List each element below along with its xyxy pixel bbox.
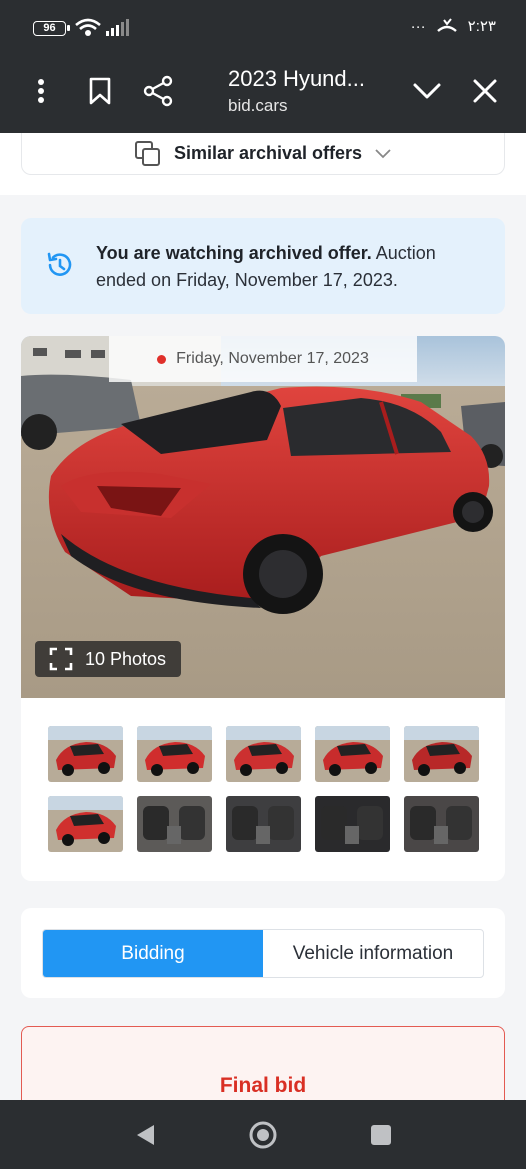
- notice-text: You are watching archived offer. Auction…: [96, 240, 486, 294]
- page: 96 ··· ٢:٢٣ 2023 Hyund... bid.cars Simil…: [0, 0, 526, 1169]
- status-bar: 96 ··· ٢:٢٣: [0, 0, 526, 56]
- thumbnail-thumb-seat-closeup[interactable]: [404, 796, 479, 852]
- chevron-down-icon: [375, 148, 391, 158]
- thumbnail-grid: [48, 726, 479, 852]
- home-icon[interactable]: [248, 1120, 278, 1150]
- thumbnail-thumb-front-left[interactable]: [48, 726, 123, 782]
- page-title-block: 2023 Hyund... bid.cars: [228, 66, 365, 116]
- thumbnail-thumb-interior-seats[interactable]: [137, 796, 212, 852]
- auction-date-badge: Friday, November 17, 2023: [109, 336, 417, 382]
- recents-icon[interactable]: [366, 1120, 396, 1150]
- final-bid-label: Final bid: [219, 1074, 307, 1097]
- tab-bar: Bidding Vehicle information: [42, 929, 484, 978]
- view-photos-button[interactable]: 10 Photos: [35, 641, 181, 677]
- photos-count: 10 Photos: [85, 648, 167, 669]
- clock: ٢:٢٣: [467, 18, 496, 35]
- bookmark-icon[interactable]: [86, 76, 114, 106]
- thumbnail-thumb-dashboard[interactable]: [226, 796, 301, 852]
- status-right: ··· ٢:٢٣: [410, 17, 496, 36]
- thumbnail-thumb-rear-right[interactable]: [226, 726, 301, 782]
- back-icon[interactable]: [130, 1120, 160, 1150]
- status-dot: [157, 354, 167, 364]
- more-notifications: ···: [410, 17, 426, 35]
- browser-header: 2023 Hyund... bid.cars: [0, 56, 526, 133]
- page-title: 2023 Hyund...: [228, 66, 365, 91]
- thumbnail-thumb-gauges[interactable]: [315, 796, 390, 852]
- notice-bold: You are watching archived offer.: [96, 243, 372, 263]
- wifi-signal-icon: [75, 18, 129, 36]
- thumbnail-thumb-side[interactable]: [315, 726, 390, 782]
- thumbnail-thumb-front[interactable]: [404, 726, 479, 782]
- share-icon[interactable]: [142, 74, 174, 108]
- history-icon: [47, 252, 72, 276]
- main-vehicle-photo[interactable]: Friday, November 17, 2023 10 Photos: [21, 336, 505, 698]
- similar-offers-label: Similar archival offers: [173, 143, 363, 163]
- tabs-card: Bidding Vehicle information: [21, 908, 505, 998]
- similar-offers-toggle[interactable]: Similar archival offers: [21, 133, 505, 175]
- tab-bidding[interactable]: Bidding: [43, 930, 263, 977]
- thumbnail-thumb-rear-left[interactable]: [137, 726, 212, 782]
- archived-notice: You are watching archived offer. Auction…: [21, 218, 505, 314]
- battery-icon: 96: [33, 21, 70, 36]
- signal-icons: [74, 17, 134, 44]
- more-options-icon[interactable]: [28, 76, 54, 106]
- missed-call-icon: [436, 18, 457, 32]
- chevron-down-icon[interactable]: [410, 76, 444, 106]
- thumbnail-thumb-rear[interactable]: [48, 796, 123, 852]
- fullscreen-icon: [49, 647, 73, 671]
- tab-vehicle-information[interactable]: Vehicle information: [263, 930, 483, 977]
- system-nav-bar: [0, 1100, 526, 1169]
- page-domain: bid.cars: [228, 96, 288, 115]
- close-icon[interactable]: [470, 76, 500, 106]
- auction-date: Friday, November 17, 2023: [176, 350, 369, 367]
- copy-icon: [134, 140, 160, 166]
- photo-gallery-card: Friday, November 17, 2023 10 Photos: [21, 336, 505, 881]
- battery-level: 96: [43, 22, 56, 34]
